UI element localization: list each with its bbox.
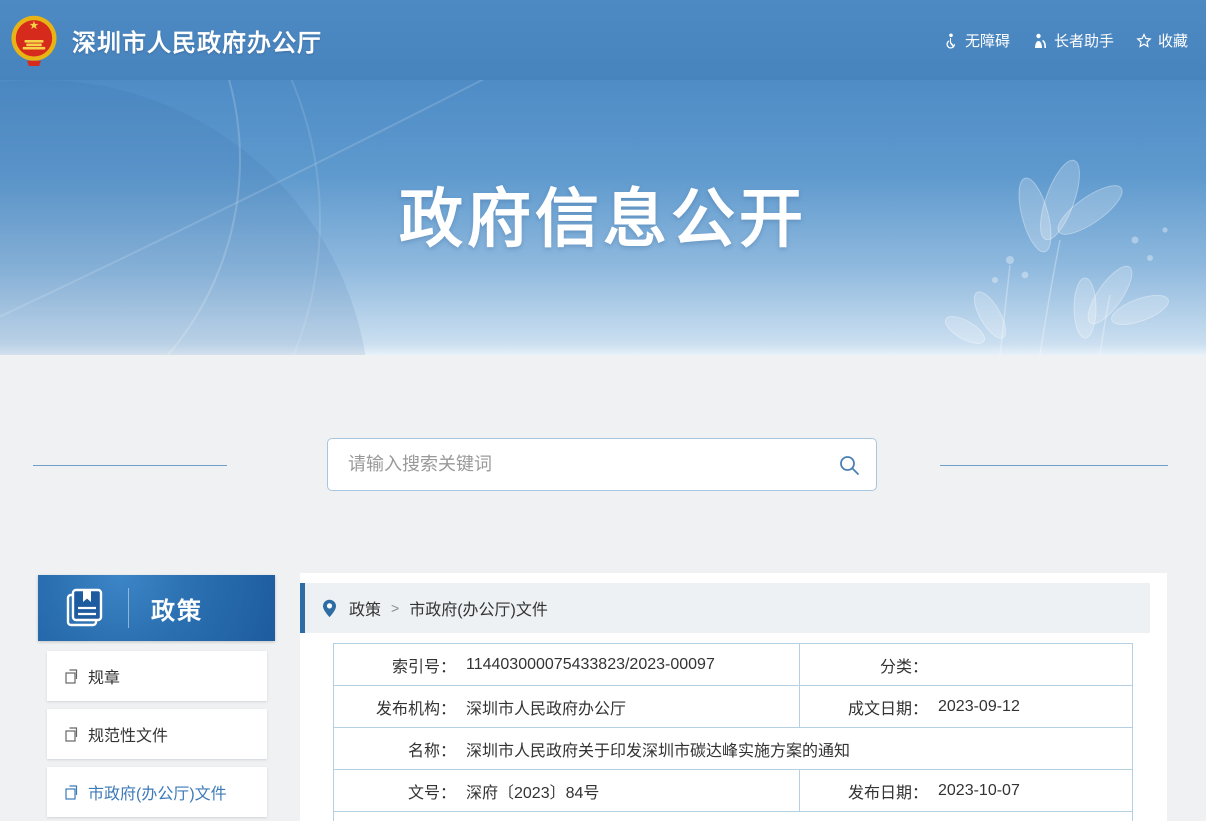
- page: { "header": { "site_title": "深圳市人民政府办公厅"…: [0, 0, 1206, 821]
- sidebar-item-normative-documents[interactable]: 规范性文件: [47, 709, 267, 759]
- index-number-value: 114403000075433823/2023-00097: [466, 656, 715, 674]
- document-icon: [65, 785, 80, 800]
- favorite-link[interactable]: 收藏: [1136, 30, 1188, 51]
- topbar-links: 无障碍 长者助手 收藏: [943, 30, 1188, 51]
- elder-assist-icon: [1032, 33, 1048, 49]
- breadcrumb-separator: >: [391, 600, 399, 616]
- policy-book-icon: [62, 585, 108, 631]
- document-icon: [65, 669, 80, 684]
- top-header-bar: 深圳市人民政府办公厅 无障碍 长者助手 收藏: [0, 0, 1206, 80]
- document-number-value: 深府〔2023〕84号: [466, 779, 599, 803]
- sidebar-item-regulations[interactable]: 规章: [47, 651, 267, 701]
- site-title: 深圳市人民政府办公厅: [72, 23, 322, 58]
- document-name-value: 深圳市人民政府关于印发深圳市碳达峰实施方案的通知: [466, 737, 850, 761]
- table-row: 名称： 深圳市人民政府关于印发深圳市碳达峰实施方案的通知: [334, 728, 1132, 770]
- document-name-cell: 名称： 深圳市人民政府关于印发深圳市碳达峰实施方案的通知: [334, 728, 1132, 769]
- page-title: 政府信息公开: [0, 168, 1206, 260]
- issuing-agency-value: 深圳市人民政府办公厅: [466, 695, 626, 719]
- search-button[interactable]: [822, 439, 876, 490]
- category-label: 分类：: [800, 653, 928, 677]
- index-number-label: 索引号：: [334, 653, 456, 677]
- search-input[interactable]: [328, 439, 822, 490]
- document-info-table: 索引号： 114403000075433823/2023-00097 分类： 发…: [333, 643, 1133, 821]
- sidebar-item-municipal-government-documents[interactable]: 市政府(办公厅)文件: [47, 767, 267, 817]
- sidebar-item-label: 规章: [88, 664, 120, 688]
- index-number-cell: 索引号： 114403000075433823/2023-00097: [334, 644, 800, 685]
- sidebar: 政策 规章 规范性文件 市政府(办公厅)文件: [38, 575, 275, 821]
- table-row: 文号： 深府〔2023〕84号 发布日期： 2023-10-07: [334, 770, 1132, 812]
- issuing-agency-label: 发布机构：: [334, 695, 456, 719]
- sidebar-header-divider: [128, 588, 129, 628]
- national-emblem-logo: [8, 14, 60, 66]
- main-content-panel: 政策 > 市政府(办公厅)文件 索引号： 114403000075433823/…: [300, 573, 1167, 821]
- document-name-label: 名称：: [334, 737, 456, 761]
- sidebar-item-label: 市政府(办公厅)文件: [88, 780, 227, 804]
- location-pin-icon: [322, 599, 337, 618]
- sidebar-title: 政策: [151, 591, 203, 626]
- page-banner: 政府信息公开: [0, 80, 1206, 355]
- issuing-agency-cell: 发布机构： 深圳市人民政府办公厅: [334, 686, 800, 727]
- breadcrumb-item-current[interactable]: 市政府(办公厅)文件: [409, 596, 548, 620]
- accessibility-link[interactable]: 无障碍: [943, 30, 1010, 51]
- breadcrumb-item-policy[interactable]: 政策: [349, 596, 381, 620]
- elder-assist-link[interactable]: 长者助手: [1032, 30, 1114, 51]
- document-icon: [65, 727, 80, 742]
- search-divider-right: [940, 465, 1168, 466]
- written-date-value: 2023-09-12: [938, 698, 1020, 716]
- search-divider-left: [33, 465, 227, 466]
- written-date-label: 成文日期：: [800, 695, 928, 719]
- table-row: 发布机构： 深圳市人民政府办公厅 成文日期： 2023-09-12: [334, 686, 1132, 728]
- written-date-cell: 成文日期： 2023-09-12: [800, 686, 1132, 727]
- breadcrumb: 政策 > 市政府(办公厅)文件: [300, 583, 1150, 633]
- search-box: [327, 438, 877, 491]
- table-row: 索引号： 114403000075433823/2023-00097 分类：: [334, 644, 1132, 686]
- document-number-cell: 文号： 深府〔2023〕84号: [334, 770, 800, 811]
- category-cell: 分类：: [800, 644, 1132, 685]
- accessibility-link-label: 无障碍: [965, 30, 1010, 51]
- sidebar-items: 规章 规范性文件 市政府(办公厅)文件: [47, 651, 267, 817]
- breadcrumb-trail: 政策 > 市政府(办公厅)文件: [349, 596, 548, 620]
- document-number-label: 文号：: [334, 779, 456, 803]
- search-icon: [838, 454, 860, 476]
- accessibility-icon: [943, 33, 959, 49]
- sidebar-item-label: 规范性文件: [88, 722, 168, 746]
- favorite-link-label: 收藏: [1158, 30, 1188, 51]
- publish-date-cell: 发布日期： 2023-10-07: [800, 770, 1132, 811]
- publish-date-value: 2023-10-07: [938, 782, 1020, 800]
- elder-assist-link-label: 长者助手: [1054, 30, 1114, 51]
- table-row: [334, 812, 1132, 821]
- star-icon: [1136, 33, 1152, 49]
- publish-date-label: 发布日期：: [800, 779, 928, 803]
- sidebar-header: 政策: [38, 575, 275, 641]
